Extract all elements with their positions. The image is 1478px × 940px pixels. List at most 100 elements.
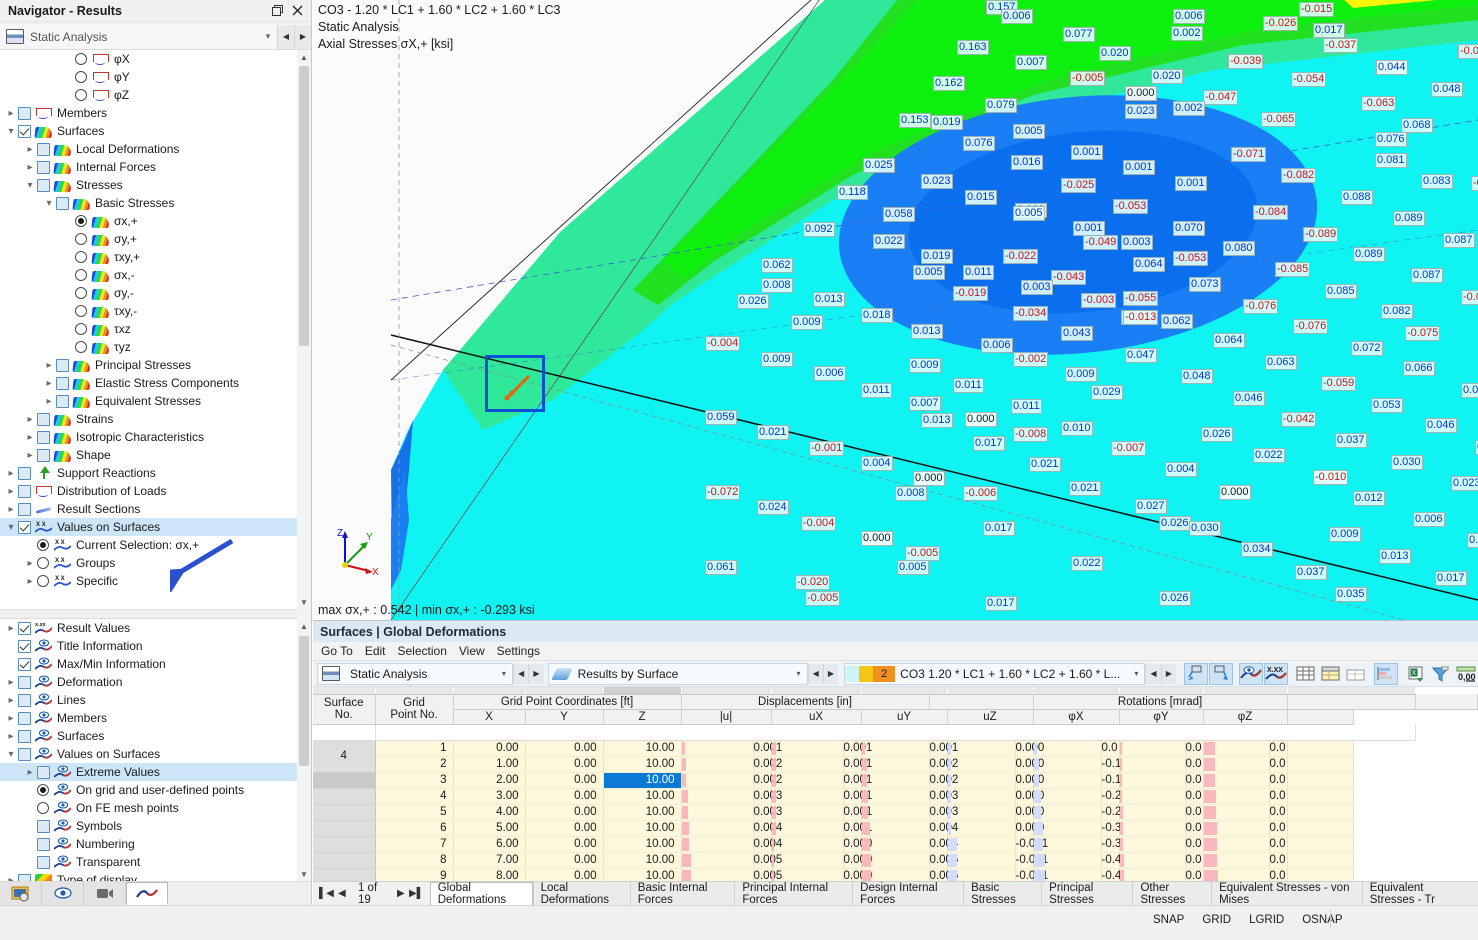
checkbox-26[interactable] — [18, 520, 31, 534]
checkbox-22[interactable] — [37, 448, 50, 462]
radio-29[interactable] — [37, 575, 49, 587]
tree-item-max-min-information[interactable]: Max/Min Information — [0, 655, 297, 673]
cell-uy[interactable]: 0.004 — [929, 836, 958, 853]
tree-item-equivalent-stresses[interactable]: ▸ Equivalent Stresses — [0, 392, 297, 410]
tree-item-z[interactable]: φZ — [0, 86, 297, 104]
tree-item-x[interactable]: σx,- — [0, 266, 297, 284]
cell-x[interactable]: 6.00 — [453, 836, 526, 853]
scrollbar-thumb[interactable] — [299, 66, 309, 346]
col-z[interactable]: Z — [603, 709, 682, 725]
table-tab-strip[interactable]: Global Deformations Local Deformations Bas… — [429, 882, 1478, 906]
chevron-right-icon[interactable]: ▸ — [4, 108, 18, 119]
chevron-down-icon[interactable]: ▾ — [259, 31, 277, 42]
table-yellow-icon[interactable] — [1319, 663, 1343, 685]
cell-u[interactable]: 0.003 — [753, 788, 782, 805]
col-phiy[interactable]: φY — [1119, 709, 1204, 725]
cell-uz[interactable]: 0.000 — [1015, 740, 1044, 757]
cell-phiz[interactable]: 0.0 — [1269, 836, 1288, 853]
chevron-right-icon[interactable]: ▸ — [4, 468, 18, 479]
radio-1[interactable] — [75, 71, 87, 83]
checkbox-7[interactable] — [18, 747, 31, 761]
checkbox-11[interactable] — [37, 819, 50, 833]
col-phiz[interactable]: φZ — [1203, 709, 1288, 725]
tree-item-basic-stresses[interactable]: ▾ Basic Stresses — [0, 194, 297, 212]
checkbox-14[interactable] — [18, 873, 31, 881]
project-navigator-tab[interactable] — [0, 882, 42, 905]
results-navigator-tab[interactable] — [126, 882, 168, 905]
cell-grid-point-no[interactable]: 5 — [375, 804, 454, 821]
cell-phiz[interactable]: 0.0 — [1269, 788, 1288, 805]
analysis-combo[interactable]: Static Analysis ▾ — [317, 662, 513, 685]
checkbox-12[interactable] — [37, 837, 50, 851]
table-body[interactable]: 4 1 0.00 0.00 10.00 0.001 0.001 0.001 0.000 0.0 0.… — [313, 724, 1478, 881]
table-row[interactable]: 7 6.00 0.00 10.00 0.004 0.000 0.004 -0.001 -0.3 0… — [313, 836, 1478, 853]
cell-uy[interactable]: 0.005 — [929, 868, 958, 881]
tree-item-on-grid-and-user-defined-points[interactable]: On grid and user-defined points — [0, 781, 297, 799]
radio-12[interactable] — [75, 269, 87, 281]
table-pager[interactable]: ▌◀ ◀ 1 of 19 ▶ ▶▌ — [313, 882, 430, 906]
checkbox-6[interactable] — [37, 160, 50, 174]
radio-16[interactable] — [75, 341, 87, 353]
results-tree-bottom[interactable]: ▸ x.xx Result Values Title Information Max/M… — [0, 619, 297, 881]
cell-uz[interactable]: 0.000 — [1015, 772, 1044, 789]
tree-item-current-selection-x[interactable]: X X Current Selection: σx,+ — [0, 536, 297, 554]
cell-ux[interactable]: 0.001 — [843, 772, 872, 789]
table-row[interactable]: 5 4.00 0.00 10.00 0.003 0.001 0.003 0.000 -0.2 0.… — [313, 804, 1478, 821]
navigator-bottom-tabs[interactable] — [0, 881, 311, 905]
tree-item-elastic-stress-components[interactable]: ▸ Elastic Stress Components — [0, 374, 297, 392]
tree-item-values-on-surfaces[interactable]: ▾ Values on Surfaces — [0, 745, 297, 763]
tree-item-xy[interactable]: τxy,- — [0, 302, 297, 320]
table-tab-equivalent-stresses-von-mises[interactable]: Equivalent Stresses - von Mises — [1211, 882, 1362, 906]
menu-view[interactable]: View — [459, 644, 485, 658]
decimal-places-icon[interactable]: 0,00 — [1454, 663, 1478, 685]
cell-y[interactable]: 0.00 — [525, 868, 604, 881]
col-uz[interactable]: uZ — [947, 709, 1034, 725]
checkbox-3[interactable] — [18, 106, 31, 120]
cell-z[interactable]: 10.00 — [603, 820, 682, 837]
cell-grid-point-no[interactable]: 2 — [375, 756, 454, 773]
tree-splitter[interactable] — [0, 609, 297, 619]
radio-0[interactable] — [75, 53, 87, 65]
tree-item-internal-forces[interactable]: ▸ Internal Forces — [0, 158, 297, 176]
prev-page-icon[interactable]: ◀ — [336, 888, 348, 899]
chevron-right-icon[interactable]: ▸ — [23, 432, 37, 443]
table-tab-local-deformations[interactable]: Local Deformations — [532, 882, 630, 906]
cell-u[interactable]: 0.004 — [753, 836, 782, 853]
cell-y[interactable]: 0.00 — [525, 772, 604, 789]
tree-item-surfaces[interactable]: ▸ Surfaces — [0, 727, 297, 745]
checkbox-19[interactable] — [56, 394, 69, 408]
cell-phiy[interactable]: 0.0 — [1185, 820, 1204, 837]
tree-item-type-of-display[interactable]: ▸ Type of display — [0, 871, 297, 881]
cell-phix[interactable]: -0.4 — [1101, 868, 1121, 881]
cell-phiy[interactable]: 0.0 — [1185, 756, 1204, 773]
cell-x[interactable]: 7.00 — [453, 852, 526, 869]
cell-phix[interactable]: -0.2 — [1101, 788, 1121, 805]
cell-phix[interactable]: -0.3 — [1101, 820, 1121, 837]
cell-u[interactable]: 0.005 — [753, 852, 782, 869]
chevron-right-icon[interactable]: ▸ — [4, 504, 18, 515]
analysis-prev-button[interactable]: ◀ — [512, 663, 529, 684]
cell-u[interactable]: 0.002 — [753, 772, 782, 789]
analysis-type-combo[interactable]: Static Analysis ▾ ◀ ▶ — [0, 24, 311, 50]
chevron-right-icon[interactable]: ▸ — [42, 396, 56, 407]
cell-y[interactable]: 0.00 — [525, 804, 604, 821]
cell-ux[interactable]: 0.001 — [843, 820, 872, 837]
table-row[interactable]: 4 3.00 0.00 10.00 0.003 0.001 0.003 0.000 -0.2 0.… — [313, 788, 1478, 805]
checkbox-17[interactable] — [56, 358, 69, 372]
cell-phix[interactable]: -0.3 — [1101, 836, 1121, 853]
cell-phiy[interactable]: 0.0 — [1185, 836, 1204, 853]
tree-item-members[interactable]: ▸ Members — [0, 709, 297, 727]
cell-ux[interactable]: 0.001 — [843, 756, 872, 773]
cell-z[interactable]: 10.00 — [603, 804, 682, 821]
table-row[interactable]: 9 8.00 0.00 10.00 0.005 0.000 0.005 -0.001 -0.4 0… — [313, 868, 1478, 881]
radio-10[interactable] — [75, 233, 87, 245]
undo-arrow-icon[interactable] — [1208, 662, 1233, 685]
surface-no-cell[interactable]: 4 — [313, 740, 376, 773]
checkbox-8[interactable] — [56, 196, 69, 210]
cell-z[interactable]: 10.00 — [603, 772, 682, 789]
radio-9[interactable] — [37, 784, 49, 796]
excel-export-icon[interactable]: X — [1404, 663, 1428, 685]
cell-x[interactable]: 8.00 — [453, 868, 526, 881]
cell-ux[interactable]: 0.000 — [843, 836, 872, 853]
tree-item-members[interactable]: ▸ Members — [0, 104, 297, 122]
